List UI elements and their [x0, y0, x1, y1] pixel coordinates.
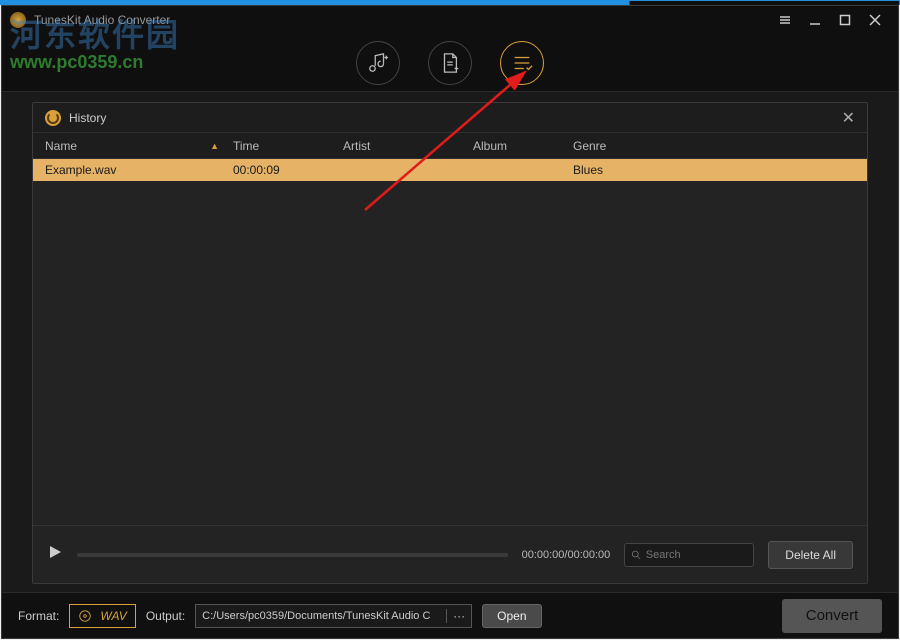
format-label: Format: [18, 609, 59, 623]
history-button[interactable] [500, 41, 544, 85]
output-path-input[interactable] [196, 610, 446, 622]
app-title: TunesKit Audio Converter [34, 13, 170, 27]
toolbar [2, 34, 898, 92]
history-title: History [69, 111, 106, 125]
history-icon [45, 110, 61, 126]
search-input[interactable] [646, 549, 748, 561]
convert-button[interactable]: Convert [782, 599, 882, 633]
cell-time: 00:00:09 [233, 163, 343, 177]
maximize-button[interactable] [830, 6, 860, 34]
menu-button[interactable] [770, 6, 800, 34]
main-area: History ✕ Name ▲ Time Artist Album Genre… [2, 92, 898, 592]
title-bar: TunesKit Audio Converter [2, 6, 898, 34]
playback-bar: 00:00:00/00:00:00 Delete All [33, 525, 867, 583]
sort-indicator-icon: ▲ [210, 141, 219, 151]
col-album[interactable]: Album [473, 139, 573, 153]
progress-slider[interactable] [77, 553, 508, 557]
disc-icon [78, 609, 92, 623]
format-value: WAV [100, 609, 126, 623]
bottom-bar: Format: WAV Output: ··· Open Convert [2, 592, 898, 638]
cell-genre: Blues [573, 163, 867, 177]
app-icon [10, 12, 26, 28]
history-header: History ✕ [33, 103, 867, 133]
output-path-box: ··· [195, 604, 472, 628]
cell-name: Example.wav [33, 163, 233, 177]
table-body: Example.wav 00:00:09 Blues [33, 159, 867, 525]
table-row[interactable]: Example.wav 00:00:09 Blues [33, 159, 867, 181]
col-artist[interactable]: Artist [343, 139, 473, 153]
history-panel: History ✕ Name ▲ Time Artist Album Genre… [32, 102, 868, 584]
play-button[interactable] [47, 544, 63, 565]
open-button[interactable]: Open [482, 604, 541, 628]
col-time[interactable]: Time [233, 139, 343, 153]
close-button[interactable] [860, 6, 890, 34]
table-header: Name ▲ Time Artist Album Genre [33, 133, 867, 159]
minimize-button[interactable] [800, 6, 830, 34]
delete-all-button[interactable]: Delete All [768, 541, 853, 569]
output-browse-button[interactable]: ··· [446, 609, 471, 623]
col-name[interactable]: Name ▲ [33, 139, 233, 153]
add-file-button[interactable] [428, 41, 472, 85]
output-label: Output: [146, 609, 185, 623]
add-music-button[interactable] [356, 41, 400, 85]
app-window: TunesKit Audio Converter [1, 5, 899, 639]
col-genre[interactable]: Genre [573, 139, 867, 153]
time-display: 00:00:00/00:00:00 [522, 549, 611, 561]
format-selector[interactable]: WAV [69, 604, 135, 628]
history-close-button[interactable]: ✕ [842, 108, 855, 128]
search-box[interactable] [624, 543, 754, 567]
search-icon [631, 549, 642, 561]
